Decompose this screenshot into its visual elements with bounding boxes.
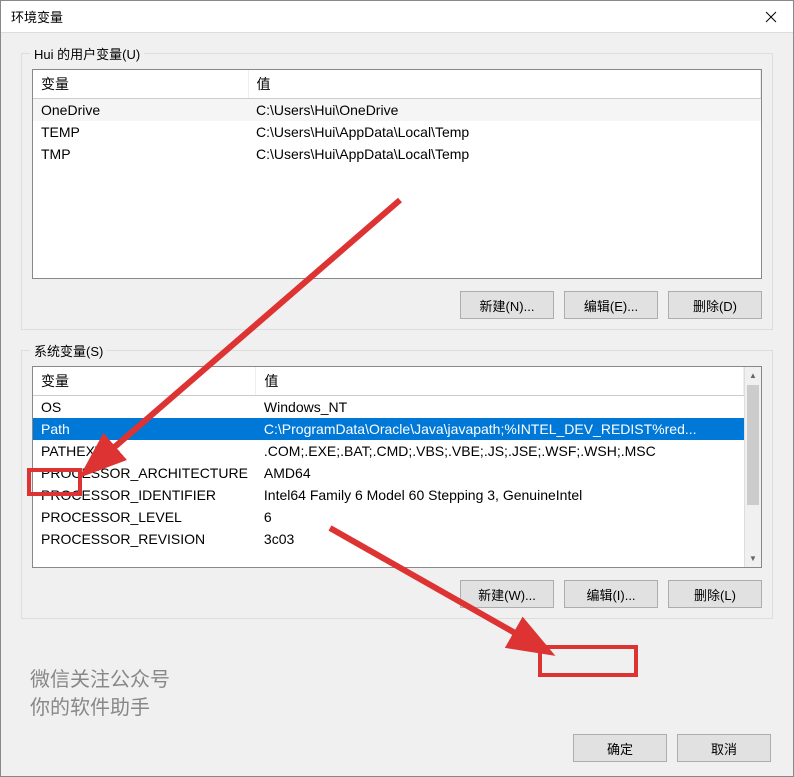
window-title: 环境变量 [11,7,63,26]
user-vars-group: Hui 的用户变量(U) 变量 值 OneDrive C:\Users\Hui\… [21,53,773,330]
user-edit-button[interactable]: 编辑(E)... [564,291,658,319]
close-button[interactable] [748,1,793,33]
scroll-thumb[interactable] [747,385,759,505]
close-icon [765,11,777,23]
env-vars-dialog: 环境变量 Hui 的用户变量(U) 变量 值 OneDri [0,0,794,777]
system-buttons: 新建(W)... 编辑(I)... 删除(L) [32,580,762,608]
user-header-var[interactable]: 变量 [33,70,248,99]
ok-button[interactable]: 确定 [573,734,667,762]
user-vars-table[interactable]: 变量 值 OneDrive C:\Users\Hui\OneDrive TEMP… [32,69,762,279]
table-row[interactable]: OneDrive C:\Users\Hui\OneDrive [33,99,761,122]
table-row[interactable]: TEMP C:\Users\Hui\AppData\Local\Temp [33,121,761,143]
table-row[interactable]: PROCESSOR_ARCHITECTURE AMD64 [33,462,744,484]
user-delete-button[interactable]: 删除(D) [668,291,762,319]
system-scrollbar[interactable]: ▲ ▼ [744,367,761,567]
table-row[interactable]: OS Windows_NT [33,396,744,419]
user-header-val[interactable]: 值 [248,70,761,99]
dialog-buttons: 确定 取消 [1,720,793,776]
scroll-up-icon[interactable]: ▲ [745,367,761,384]
user-vars-label: Hui 的用户变量(U) [30,44,144,63]
user-new-button[interactable]: 新建(N)... [460,291,554,319]
table-row[interactable]: PROCESSOR_IDENTIFIER Intel64 Family 6 Mo… [33,484,744,506]
titlebar: 环境变量 [1,1,793,33]
sys-header-var[interactable]: 变量 [33,367,256,396]
sys-header-val[interactable]: 值 [256,367,744,396]
table-row[interactable]: TMP C:\Users\Hui\AppData\Local\Temp [33,143,761,165]
table-row[interactable]: PATHEXT .COM;.EXE;.BAT;.CMD;.VBS;.VBE;.J… [33,440,744,462]
table-row[interactable]: PROCESSOR_LEVEL 6 [33,506,744,528]
system-vars-label: 系统变量(S) [30,341,107,360]
user-buttons: 新建(N)... 编辑(E)... 删除(D) [32,291,762,319]
table-row-selected[interactable]: Path C:\ProgramData\Oracle\Java\javapath… [33,418,744,440]
system-delete-button[interactable]: 删除(L) [668,580,762,608]
dialog-content: Hui 的用户变量(U) 变量 值 OneDrive C:\Users\Hui\… [1,33,793,720]
scroll-down-icon[interactable]: ▼ [745,550,761,567]
system-edit-button[interactable]: 编辑(I)... [564,580,658,608]
system-new-button[interactable]: 新建(W)... [460,580,554,608]
system-vars-table[interactable]: 变量 值 OS Windows_NT Path C:\ProgramData\O… [32,366,762,568]
table-row[interactable]: PROCESSOR_REVISION 3c03 [33,528,744,550]
system-vars-group: 系统变量(S) 变量 值 OS Windows_NT [21,350,773,619]
cancel-button[interactable]: 取消 [677,734,771,762]
